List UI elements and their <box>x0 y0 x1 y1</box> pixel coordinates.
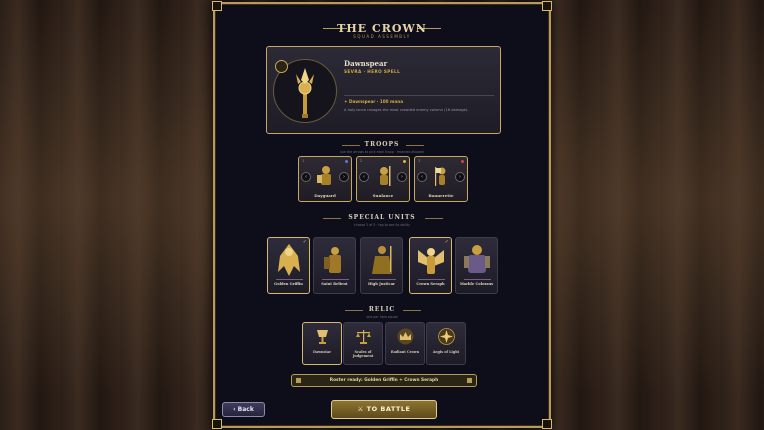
unit-bar <box>322 279 349 280</box>
relic-card-radiant-crown[interactable]: Radiant Crown <box>385 322 425 365</box>
troop-number: 2 <box>360 159 363 163</box>
back-button[interactable]: ‹ Back <box>222 402 265 417</box>
next-troop-button[interactable]: › <box>339 172 349 182</box>
relic-name: Scales of Judgement <box>352 350 374 359</box>
spell-type: SEVRA · HERO SPELL <box>344 69 401 74</box>
unit-card-high-justicar[interactable]: High Justicar <box>360 237 403 294</box>
troop-number: 1 <box>302 159 305 163</box>
relic-card-aegis-of-light[interactable]: Aegis of Light <box>426 322 466 365</box>
troop-slot: 3 ‹ › Bannerette <box>414 156 468 202</box>
to-battle-label: TO BATTLE <box>366 405 411 413</box>
troop-color-dot <box>403 160 406 163</box>
troop-color-dot <box>345 160 348 163</box>
to-battle-button[interactable]: ⚔ TO BATTLE <box>331 400 437 419</box>
unit-name: Crown Seraph <box>416 282 445 286</box>
scales-icon <box>356 330 371 344</box>
prev-troop-button[interactable]: ‹ <box>417 172 427 182</box>
crown-icon <box>397 328 414 345</box>
chalice-icon <box>317 330 328 344</box>
unit-name: High Justicar <box>368 282 395 286</box>
unit-card-golden-griffin[interactable]: ✓ Golden Griffin <box>267 237 310 294</box>
next-troop-button[interactable]: › <box>397 172 407 182</box>
unit-card-marble-colossus[interactable]: Marble Colossus <box>455 237 498 294</box>
relic-card-dawnstar[interactable]: Dawnstar <box>302 322 342 365</box>
troop-number: 3 <box>418 159 421 163</box>
relic-hint: one per hero squad <box>366 315 398 319</box>
spell-name: Dawnspear <box>344 59 388 68</box>
banner-icon <box>435 167 446 186</box>
saint-icon <box>324 247 341 273</box>
troops-hint: use the arrows to pick each troop · rese… <box>340 150 424 154</box>
special-units-hint: choose 2 of 5 · tap to see its ability <box>353 223 411 227</box>
relic-name: Radiant Crown <box>390 350 420 354</box>
relic-name: Aegis of Light <box>432 350 460 354</box>
sun-shield-icon <box>438 328 455 345</box>
relic-title: RELIC <box>368 306 396 313</box>
troop-name: Dayguard <box>314 193 336 198</box>
corner-ornament <box>212 1 222 11</box>
squad-panel: THE CROWN SQUAD ASSEMBLY Dawnspear SEVRA… <box>212 1 552 429</box>
unit-bar <box>276 279 303 280</box>
relic-card-scales-of-judgement[interactable]: Scales of Judgement <box>343 322 383 365</box>
divider <box>344 95 494 96</box>
hero-spell-card[interactable]: Dawnspear SEVRA · HERO SPELL ✦ Dawnspear… <box>266 46 501 134</box>
gem-icon <box>296 378 301 383</box>
prev-troop-button[interactable]: ‹ <box>301 172 311 182</box>
sword-icon: ⚔ <box>357 405 367 413</box>
corner-ornament <box>542 1 552 11</box>
unit-name: Marble Colossus <box>459 282 494 286</box>
unit-name: Golden Griffin <box>274 282 303 286</box>
relic-name: Dawnstar <box>313 350 331 354</box>
spell-badge-icon <box>275 60 288 73</box>
troop-name: Sunlance <box>372 193 394 198</box>
troop-color-dot <box>461 160 464 163</box>
unit-card-saint-relient[interactable]: Saint Relient <box>313 237 356 294</box>
gem-icon <box>467 378 472 383</box>
seraph-icon <box>418 248 444 274</box>
corner-ornament <box>542 419 552 429</box>
unit-bar <box>418 279 445 280</box>
unit-name: Saint Relient <box>321 282 348 286</box>
unit-bar <box>369 279 396 280</box>
lancer-icon <box>380 166 391 186</box>
spell-description: A holy lance ravages the most crowded en… <box>344 108 469 112</box>
page-subtitle: SQUAD ASSEMBLY <box>353 34 411 39</box>
prev-troop-button[interactable]: ‹ <box>359 172 369 182</box>
unit-bar <box>464 279 491 280</box>
troops-title: TROOPS <box>364 141 400 148</box>
troop-name: Bannerette <box>428 193 454 198</box>
next-troop-button[interactable]: › <box>455 172 465 182</box>
troop-slot: 2 ‹ › Sunlance <box>356 156 410 202</box>
spell-cost: ✦ Dawnspear · 100 mana <box>344 99 404 104</box>
justicar-icon <box>372 246 392 274</box>
knight-icon <box>317 166 331 185</box>
corner-ornament <box>212 419 222 429</box>
colossus-icon <box>464 245 490 273</box>
roster-status-text: Roster ready: Golden Griffin + Crown Ser… <box>329 378 439 383</box>
griffin-icon <box>278 244 300 276</box>
unit-card-crown-seraph[interactable]: ✓ Crown Seraph <box>409 237 452 294</box>
troop-slot: 1 ‹ › Dayguard <box>298 156 352 202</box>
special-units-title: SPECIAL UNITS <box>348 214 416 221</box>
roster-status-bar: Roster ready: Golden Griffin + Crown Ser… <box>291 374 477 387</box>
